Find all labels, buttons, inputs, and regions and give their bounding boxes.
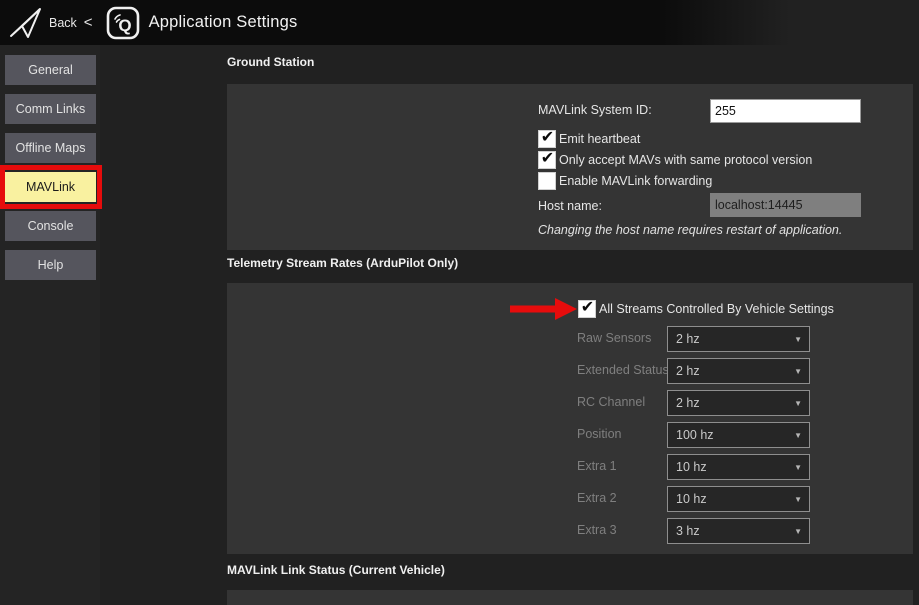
system-id-input[interactable] xyxy=(710,99,861,123)
rate-dropdown-extra-2[interactable]: 10 hz xyxy=(667,486,810,512)
checkbox-label: Only accept MAVs with same protocol vers… xyxy=(559,153,812,167)
rate-dropdown-rc-channel[interactable]: 2 hz xyxy=(667,390,810,416)
dropdown-value: 10 hz xyxy=(676,492,794,506)
rate-dropdown-position[interactable]: 100 hz xyxy=(667,422,810,448)
sidebar-item-help[interactable]: Help xyxy=(5,250,96,280)
sidebar-item-mavlink[interactable]: MAVLink xyxy=(5,172,96,202)
all-streams-label: All Streams Controlled By Vehicle Settin… xyxy=(599,302,834,316)
host-name-note: Changing the host name requires restart … xyxy=(538,223,842,237)
settings-sidebar: General Comm Links Offline Maps MAVLink Cons… xyxy=(0,45,101,605)
chevron-down-icon xyxy=(794,495,802,504)
rate-label-position: Position xyxy=(577,427,621,441)
checkbox-label: Emit heartbeat xyxy=(559,132,640,146)
host-name-input xyxy=(710,193,861,217)
checkbox-emit-heartbeat[interactable] xyxy=(538,130,556,148)
top-toolbar: Back < Q Application Settings xyxy=(0,0,919,45)
dropdown-value: 2 hz xyxy=(676,332,794,346)
system-id-label: MAVLink System ID: xyxy=(538,103,652,117)
rate-dropdown-extended-status[interactable]: 2 hz xyxy=(667,358,810,384)
checkbox-only-accept-mavs-with-same-protocol-version[interactable] xyxy=(538,151,556,169)
section-title-link-status: MAVLink Link Status (Current Vehicle) xyxy=(227,563,445,577)
rate-label-extra-2: Extra 2 xyxy=(577,491,617,505)
ground-station-panel: MAVLink System ID: Emit heartbeat Only ac… xyxy=(227,84,913,250)
rate-label-extended-status: Extended Status xyxy=(577,363,669,377)
dropdown-value: 10 hz xyxy=(676,460,794,474)
chevron-down-icon xyxy=(794,527,802,536)
red-arrow-annotation xyxy=(510,298,577,320)
chevron-down-icon xyxy=(794,463,802,472)
checkbox-enable-mavlink-forwarding[interactable] xyxy=(538,172,556,190)
link-status-panel xyxy=(227,590,913,605)
dropdown-value: 2 hz xyxy=(676,364,794,378)
settings-content: Ground Station MAVLink System ID: Emit h… xyxy=(100,45,919,605)
all-streams-checkbox[interactable] xyxy=(578,300,596,318)
section-title-ground-station: Ground Station xyxy=(227,55,314,69)
dropdown-value: 2 hz xyxy=(676,396,794,410)
chevron-down-icon xyxy=(794,431,802,440)
qgroundcontrol-logo-icon: Q xyxy=(105,5,141,41)
dropdown-value: 3 hz xyxy=(676,524,794,538)
sidebar-item-offline-maps[interactable]: Offline Maps xyxy=(5,133,96,163)
telemetry-panel: All Streams Controlled By Vehicle Settin… xyxy=(227,283,913,554)
rate-label-rc-channel: RC Channel xyxy=(577,395,645,409)
sidebar-item-console[interactable]: Console xyxy=(5,211,96,241)
page-title: Application Settings xyxy=(149,13,298,32)
sidebar-item-general[interactable]: General xyxy=(5,55,96,85)
rate-dropdown-raw-sensors[interactable]: 2 hz xyxy=(667,326,810,352)
sidebar-item-comm-links[interactable]: Comm Links xyxy=(5,94,96,124)
chevron-down-icon xyxy=(794,335,802,344)
checkbox-label: Enable MAVLink forwarding xyxy=(559,174,712,188)
section-title-telemetry: Telemetry Stream Rates (ArduPilot Only) xyxy=(227,256,458,270)
host-name-label: Host name: xyxy=(538,199,602,213)
application-settings-window: { "header": { "back_label": "Back", "bac… xyxy=(0,0,919,605)
rate-dropdown-extra-3[interactable]: 3 hz xyxy=(667,518,810,544)
chevron-down-icon xyxy=(794,399,802,408)
chevron-down-icon xyxy=(794,367,802,376)
dropdown-value: 100 hz xyxy=(676,428,794,442)
rate-label-raw-sensors: Raw Sensors xyxy=(577,331,651,345)
paper-plane-icon xyxy=(7,5,45,41)
back-button[interactable]: Back xyxy=(49,16,77,30)
back-chevron-icon[interactable]: < xyxy=(84,14,93,31)
rate-dropdown-extra-1[interactable]: 10 hz xyxy=(667,454,810,480)
rate-label-extra-3: Extra 3 xyxy=(577,523,617,537)
rate-label-extra-1: Extra 1 xyxy=(577,459,617,473)
svg-text:Q: Q xyxy=(118,16,131,35)
